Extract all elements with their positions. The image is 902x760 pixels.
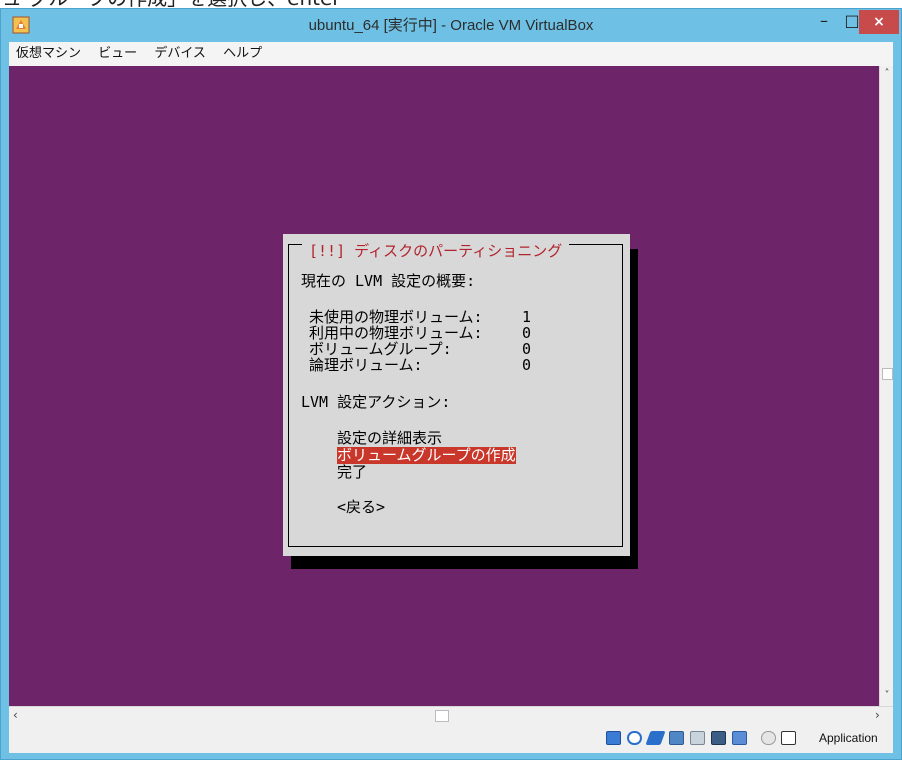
display-icon[interactable] bbox=[711, 731, 726, 745]
optical-drive-icon[interactable] bbox=[627, 731, 642, 745]
shared-folder-icon[interactable] bbox=[690, 731, 705, 745]
vertical-scrollbar[interactable]: ˄ ˅ bbox=[879, 66, 893, 706]
close-button[interactable]: × bbox=[859, 10, 899, 34]
dialog-title: [!!] ディスクのパーティショニング bbox=[302, 243, 570, 259]
window-title: ubuntu_64 [実行中] - Oracle VM VirtualBox bbox=[308, 17, 594, 34]
hard-disk-icon[interactable] bbox=[606, 731, 621, 745]
menu-bar: 仮想マシン ビュー デバイス ヘルプ bbox=[9, 42, 893, 66]
caption-text: ュ グループの作成」を選択し、enter bbox=[2, 0, 341, 8]
actions-heading: LVM 設定アクション: bbox=[301, 393, 451, 411]
summary-value-used-pv: 0 bbox=[522, 324, 532, 342]
partitioning-dialog: [!!] ディスクのパーティショニング 現在の LVM 設定の概要: 未使用の物… bbox=[283, 234, 630, 556]
instruction-caption: ュ グループの作成」を選択し、enter bbox=[0, 0, 902, 8]
minimize-button[interactable]: – bbox=[809, 10, 839, 34]
summary-value-unused-pv: 1 bbox=[522, 308, 532, 326]
summary-label-vg: ボリュームグループ: bbox=[309, 340, 452, 358]
horizontal-scroll-thumb[interactable] bbox=[435, 710, 449, 722]
capture-icon[interactable] bbox=[732, 731, 747, 745]
summary-value-lv: 0 bbox=[522, 356, 532, 374]
virtualbox-window: ubuntu_64 [実行中] - Oracle VM VirtualBox –… bbox=[0, 8, 902, 760]
horizontal-scrollbar[interactable]: ‹ › bbox=[9, 706, 893, 724]
vertical-scroll-thumb[interactable] bbox=[882, 368, 893, 380]
summary-value-vg: 0 bbox=[522, 340, 532, 358]
usb-icon[interactable] bbox=[645, 731, 666, 745]
action-show-config[interactable]: 設定の詳細表示 bbox=[337, 430, 442, 447]
action-finish[interactable]: 完了 bbox=[337, 464, 367, 481]
menu-devices[interactable]: デバイス bbox=[154, 42, 206, 66]
scroll-right-icon[interactable]: › bbox=[875, 707, 880, 725]
menu-help[interactable]: ヘルプ bbox=[223, 42, 262, 66]
back-button[interactable]: <戻る> bbox=[337, 499, 385, 516]
host-key-icon[interactable] bbox=[781, 731, 796, 745]
summary-heading: 現在の LVM 設定の概要: bbox=[301, 272, 476, 290]
menu-machine[interactable]: 仮想マシン bbox=[16, 42, 81, 66]
scroll-down-icon[interactable]: ˅ bbox=[880, 690, 894, 701]
summary-label-used-pv: 利用中の物理ボリューム: bbox=[309, 324, 483, 342]
host-key-label: Application bbox=[819, 731, 878, 745]
scroll-up-icon[interactable]: ˄ bbox=[880, 68, 894, 79]
title-bar[interactable]: ubuntu_64 [実行中] - Oracle VM VirtualBox –… bbox=[1, 9, 901, 42]
mouse-integration-icon[interactable] bbox=[761, 731, 776, 745]
menu-view[interactable]: ビュー bbox=[98, 42, 137, 66]
dialog-frame: [!!] ディスクのパーティショニング 現在の LVM 設定の概要: 未使用の物… bbox=[288, 243, 623, 547]
status-bar: Application bbox=[9, 724, 893, 753]
summary-label-unused-pv: 未使用の物理ボリューム: bbox=[309, 308, 483, 326]
summary-label-lv: 論理ボリューム: bbox=[309, 356, 423, 374]
scroll-left-icon[interactable]: ‹ bbox=[13, 707, 18, 725]
network-icon[interactable] bbox=[669, 731, 684, 745]
action-create-vg[interactable]: ボリュームグループの作成 bbox=[337, 447, 516, 464]
guest-screen[interactable]: [!!] ディスクのパーティショニング 現在の LVM 設定の概要: 未使用の物… bbox=[9, 66, 879, 706]
